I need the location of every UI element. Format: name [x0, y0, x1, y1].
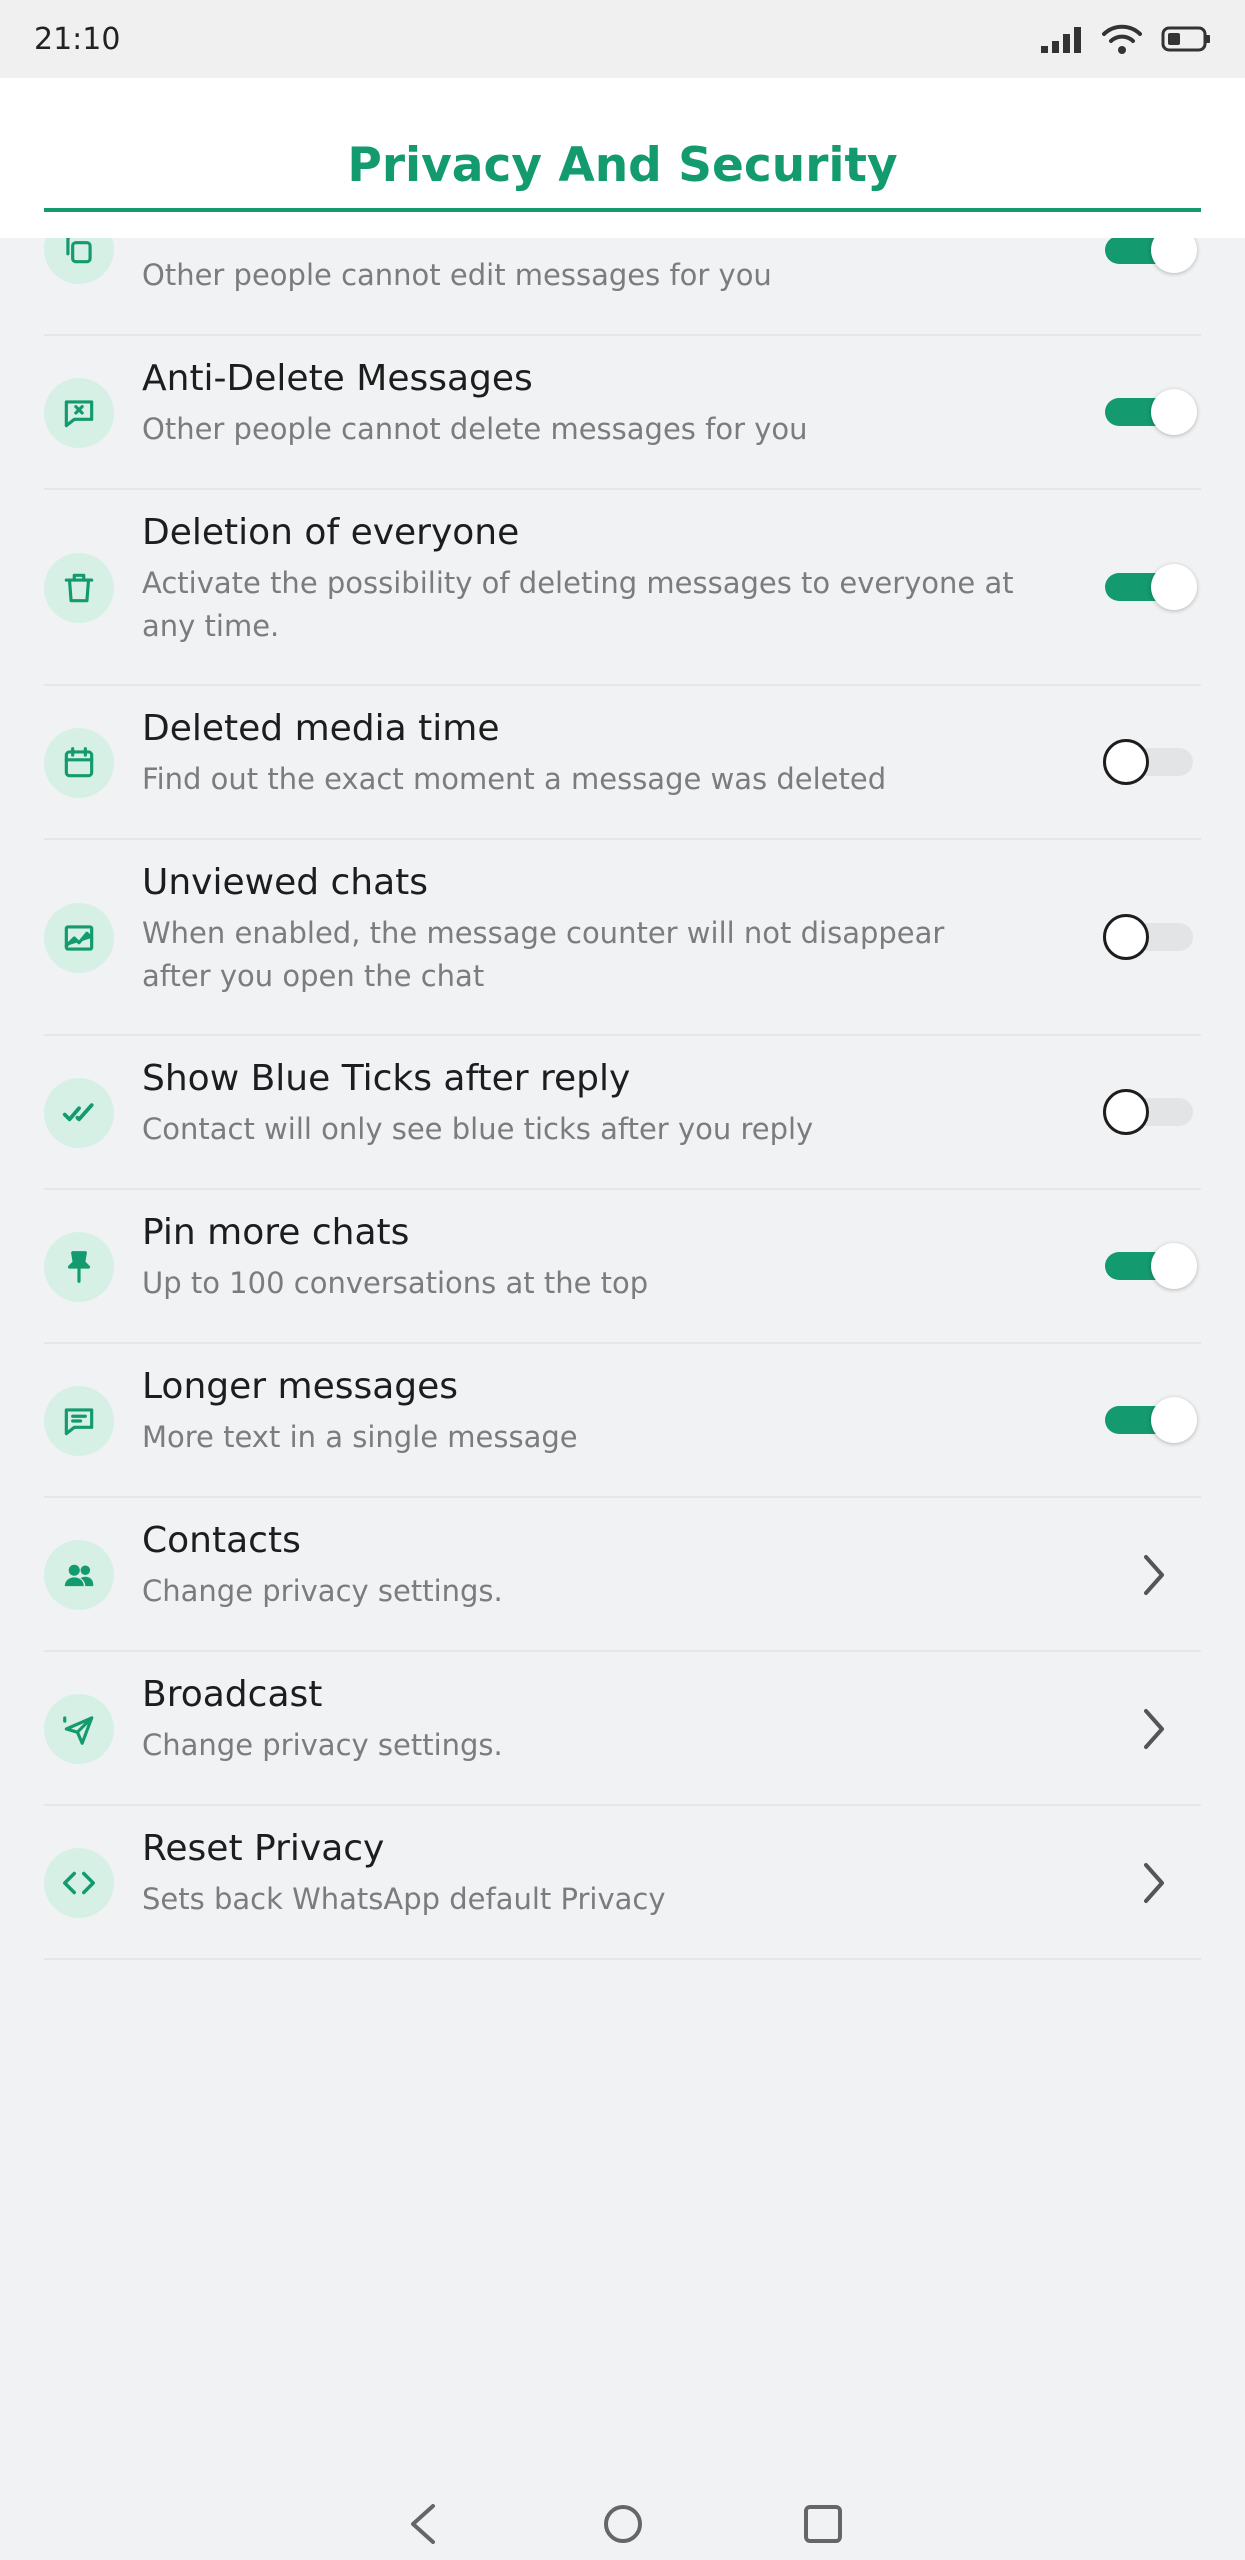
- item-subtitle: Other people cannot edit messages for yo…: [142, 258, 772, 292]
- list-item-broadcast[interactable]: Broadcast Change privacy settings.: [0, 1652, 1245, 1806]
- unviewed-chats-toggle[interactable]: [1103, 914, 1193, 960]
- home-icon[interactable]: [598, 2499, 648, 2549]
- edit-messages-toggle[interactable]: [1105, 238, 1197, 273]
- header-underline: [44, 208, 1201, 212]
- list-item-deletion-everyone[interactable]: Deletion of everyone Activate the possib…: [0, 490, 1245, 686]
- calendar-icon: [44, 728, 114, 798]
- battery-icon: [1161, 26, 1210, 52]
- item-title: Broadcast: [142, 1674, 323, 1715]
- item-subtitle: Change privacy settings.: [142, 1574, 503, 1608]
- status-bar: 21:10: [0, 0, 1245, 78]
- chevron-right-icon[interactable]: [1135, 1704, 1175, 1754]
- item-title: Contacts: [142, 1520, 301, 1561]
- pin-icon: [44, 1232, 114, 1302]
- item-subtitle: Sets back WhatsApp default Privacy: [142, 1882, 666, 1916]
- item-title: Deleted media time: [142, 708, 500, 749]
- longer-messages-toggle[interactable]: [1105, 1397, 1197, 1443]
- item-subtitle: Change privacy settings.: [142, 1728, 503, 1762]
- item-title: Show Blue Ticks after reply: [142, 1058, 631, 1099]
- settings-list[interactable]: Other people cannot edit messages for yo…: [0, 238, 1245, 2488]
- contacts-icon: [44, 1540, 114, 1610]
- status-time: 21:10: [34, 21, 121, 57]
- list-item-longer-messages[interactable]: Longer messages More text in a single me…: [0, 1344, 1245, 1498]
- deletion-everyone-toggle[interactable]: [1105, 564, 1197, 610]
- item-title: Reset Privacy: [142, 1828, 385, 1869]
- item-subtitle: Up to 100 conversations at the top: [142, 1266, 649, 1300]
- item-title: Unviewed chats: [142, 862, 429, 903]
- blue-ticks-toggle[interactable]: [1103, 1089, 1193, 1135]
- list-item-pin-more-chats[interactable]: Pin more chats Up to 100 conversations a…: [0, 1190, 1245, 1344]
- message-x-icon: [44, 378, 114, 448]
- trash-icon: [44, 553, 114, 623]
- item-subtitle: Contact will only see blue ticks after y…: [142, 1112, 814, 1146]
- wifi-icon: [1102, 24, 1142, 54]
- item-subtitle: Other people cannot delete messages for …: [142, 412, 808, 446]
- chevron-right-icon[interactable]: [1135, 1858, 1175, 1908]
- signal-icon: [1041, 27, 1081, 53]
- page-title: Privacy And Security: [347, 138, 898, 193]
- image-chart-icon: [44, 903, 114, 973]
- chevron-right-icon[interactable]: [1135, 1550, 1175, 1600]
- anti-delete-toggle[interactable]: [1105, 389, 1197, 435]
- system-nav-bar: [0, 2488, 1245, 2560]
- status-icons: [1039, 23, 1211, 55]
- item-title: Anti-Delete Messages: [142, 358, 533, 399]
- list-item-blue-ticks[interactable]: Show Blue Ticks after reply Contact will…: [0, 1036, 1245, 1190]
- app-header: Privacy And Security: [0, 78, 1245, 238]
- item-subtitle: Find out the exact moment a message was …: [142, 762, 887, 796]
- item-subtitle: Activate the possibility of deleting mes…: [142, 566, 1014, 643]
- back-icon[interactable]: [398, 2499, 448, 2549]
- double-check-icon: [44, 1078, 114, 1148]
- list-item-unviewed-chats[interactable]: Unviewed chats When enabled, the message…: [0, 840, 1245, 1036]
- item-title: Deletion of everyone: [142, 512, 520, 553]
- copy-icon: [44, 238, 114, 284]
- send-icon: [44, 1694, 114, 1764]
- recents-icon[interactable]: [798, 2499, 848, 2549]
- list-item-contacts[interactable]: Contacts Change privacy settings.: [0, 1498, 1245, 1652]
- pin-more-chats-toggle[interactable]: [1105, 1243, 1197, 1289]
- deleted-media-time-toggle[interactable]: [1103, 739, 1193, 785]
- item-title: Longer messages: [142, 1366, 459, 1407]
- list-item-anti-delete[interactable]: Anti-Delete Messages Other people cannot…: [0, 336, 1245, 490]
- code-icon: [44, 1848, 114, 1918]
- message-lines-icon: [44, 1386, 114, 1456]
- list-item-edit-messages[interactable]: Other people cannot edit messages for yo…: [0, 238, 1245, 336]
- item-title: Pin more chats: [142, 1212, 410, 1253]
- item-subtitle: When enabled, the message counter will n…: [142, 916, 945, 993]
- list-item-reset-privacy[interactable]: Reset Privacy Sets back WhatsApp default…: [0, 1806, 1245, 1960]
- item-subtitle: More text in a single message: [142, 1420, 578, 1454]
- list-item-deleted-media-time[interactable]: Deleted media time Find out the exact mo…: [0, 686, 1245, 840]
